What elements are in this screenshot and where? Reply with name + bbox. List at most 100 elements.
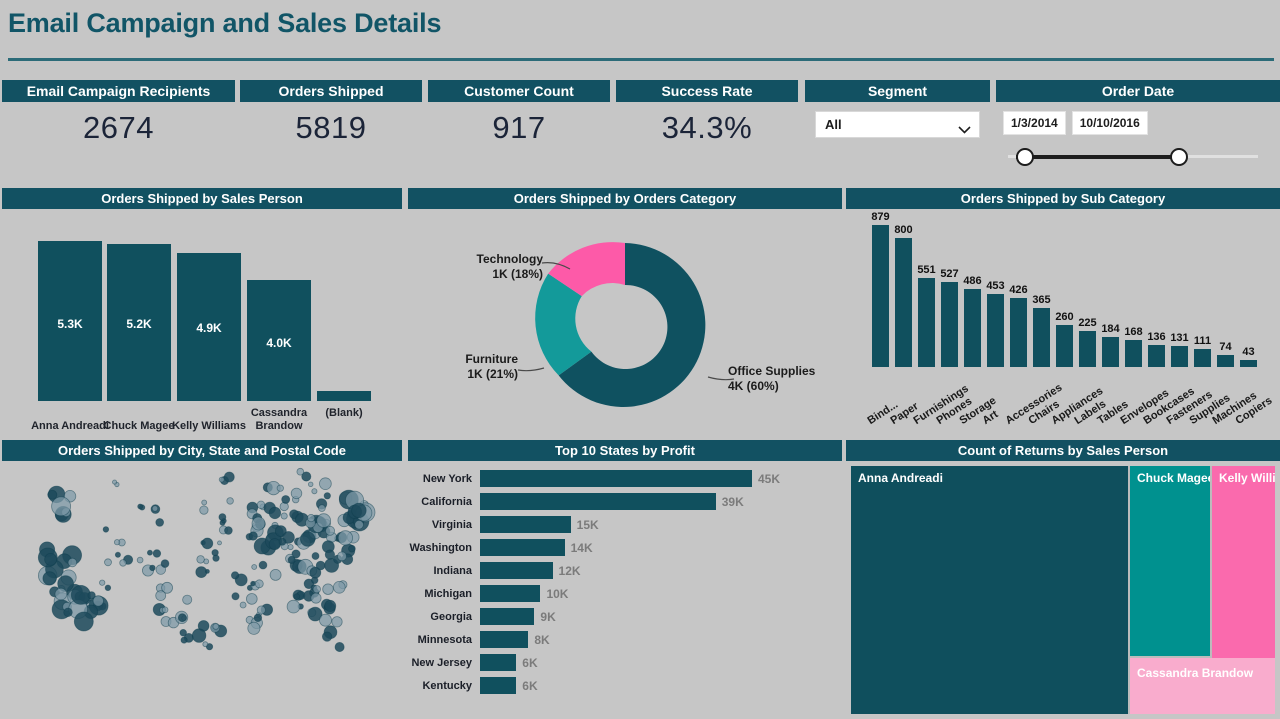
bar[interactable] (895, 238, 912, 367)
map-bubble[interactable] (231, 592, 240, 601)
bar-row[interactable]: California 39K (408, 490, 842, 513)
bar[interactable] (480, 608, 535, 625)
bar[interactable] (1079, 330, 1096, 367)
bar[interactable] (1171, 345, 1188, 367)
sales-person-chart[interactable]: 5.3K Anna Andreadi 5.2K Chuck Magee 4.9K… (2, 209, 402, 433)
map-bubble[interactable] (251, 516, 266, 531)
map-bubble[interactable] (191, 628, 207, 643)
map-bubble[interactable] (104, 584, 112, 591)
bar-group[interactable]: 225 Labels (1072, 209, 1108, 433)
bar[interactable] (480, 631, 529, 648)
segment-dropdown[interactable]: All (815, 111, 980, 138)
treemap-tile-anna-andreadi[interactable]: Anna Andreadi (851, 466, 1128, 714)
map-bubble[interactable] (306, 513, 316, 523)
map-bubble[interactable] (278, 537, 287, 546)
map-bubble[interactable] (312, 585, 321, 594)
map-bubble[interactable] (146, 549, 153, 556)
map-bubble[interactable] (212, 554, 220, 562)
map-bubble[interactable] (334, 641, 345, 652)
map-bubble[interactable] (201, 499, 208, 506)
bar-row[interactable]: Georgia 9K (408, 605, 842, 628)
map-bubble[interactable] (315, 560, 326, 571)
bar-group[interactable]: 486 Storage (957, 209, 998, 433)
map-bubble[interactable] (254, 579, 264, 589)
map-bubble[interactable] (276, 484, 284, 492)
map-bubble[interactable] (47, 489, 58, 500)
map-bubble[interactable] (180, 636, 188, 644)
map-bubble[interactable] (323, 492, 331, 500)
map-bubble[interactable] (217, 540, 222, 546)
treemap-tile-cassandra-brandow[interactable]: Cassandra Brandow (1130, 658, 1275, 714)
map-bubble[interactable] (268, 538, 281, 551)
segment-slicer[interactable]: Segment All (805, 80, 990, 138)
top-states-bar-chart[interactable]: New York 45K California 39K Virginia 15K Washi… (408, 461, 842, 719)
map-bubble[interactable] (258, 560, 268, 570)
map-bubble[interactable] (224, 526, 233, 535)
map-bubble[interactable] (67, 557, 78, 568)
map-bubble[interactable] (204, 569, 210, 574)
map-bubble[interactable] (182, 594, 193, 605)
map-bubble[interactable] (321, 631, 333, 642)
bar[interactable] (987, 294, 1004, 367)
bar[interactable] (964, 288, 981, 367)
map-bubble[interactable] (319, 477, 332, 491)
bar-row[interactable]: Virginia 15K (408, 513, 842, 536)
bar-row[interactable]: Minnesota 8K (408, 628, 842, 651)
bar[interactable]: 4.9K (177, 253, 241, 401)
bar[interactable] (941, 282, 958, 367)
bar[interactable] (480, 470, 752, 487)
map-bubble[interactable] (73, 611, 94, 632)
map-bubble[interactable] (155, 590, 167, 602)
map-bubble[interactable] (290, 487, 303, 500)
map-bubble[interactable] (324, 549, 335, 560)
map-bubble[interactable] (151, 505, 159, 512)
map-bubble[interactable] (51, 496, 71, 517)
map-bubble[interactable] (250, 580, 256, 587)
bar-row[interactable]: Kentucky 6K (408, 674, 842, 697)
map-bubble[interactable] (99, 579, 106, 586)
map-bubble[interactable] (218, 513, 227, 521)
map-bubble[interactable] (280, 512, 288, 520)
map-bubble[interactable] (155, 518, 165, 527)
map-bubble[interactable] (92, 595, 104, 607)
bar-group[interactable]: 426 Accessories (1003, 209, 1064, 433)
bar[interactable] (480, 654, 517, 671)
map-bubble[interactable] (311, 488, 318, 495)
map-bubble[interactable] (256, 605, 266, 615)
bar[interactable] (480, 562, 553, 579)
map-bubble[interactable] (287, 544, 294, 551)
slider-handle-end[interactable] (1170, 148, 1188, 166)
bar-row[interactable]: New York 45K (408, 467, 842, 490)
bar-group[interactable]: 879 Bind... (865, 209, 900, 433)
order-date-range-slider[interactable] (1008, 145, 1258, 167)
map-bubble[interactable] (161, 606, 169, 614)
bar-row[interactable]: Indiana 12K (408, 559, 842, 582)
map-bubble[interactable] (311, 552, 320, 560)
map-bubble[interactable] (202, 641, 209, 648)
map-bubble[interactable] (269, 569, 282, 581)
bar-group[interactable]: 453 Art (980, 209, 1004, 433)
map-bubble[interactable] (63, 607, 73, 618)
map-bubble[interactable] (332, 581, 346, 594)
map-bubble[interactable] (196, 555, 205, 564)
map-bubble[interactable] (137, 503, 144, 510)
map-bubble[interactable] (199, 505, 209, 515)
map-bubble[interactable] (119, 559, 127, 567)
map-bubble[interactable] (316, 513, 332, 528)
treemap-tile-kelly-williams[interactable]: Kelly Willi... (1212, 466, 1275, 681)
map-bubble[interactable] (286, 599, 301, 614)
map-bubble[interactable] (251, 564, 258, 570)
map-bubble[interactable] (212, 623, 220, 630)
bar[interactable] (1148, 345, 1165, 367)
map-bubble[interactable] (348, 544, 356, 553)
bar-group[interactable]: 184 Tables (1095, 209, 1130, 433)
map-bubble[interactable] (293, 593, 301, 600)
kpi-card-orders-shipped[interactable]: Orders Shipped 5819 (240, 80, 422, 146)
map-bubble[interactable] (160, 559, 170, 568)
kpi-card-success-rate[interactable]: Success Rate 34.3% (616, 80, 798, 146)
bar[interactable] (872, 225, 889, 367)
map-bubble[interactable] (226, 497, 234, 505)
map-bubble[interactable] (70, 584, 91, 605)
map-bubble[interactable] (337, 551, 347, 562)
bar[interactable] (918, 278, 935, 367)
